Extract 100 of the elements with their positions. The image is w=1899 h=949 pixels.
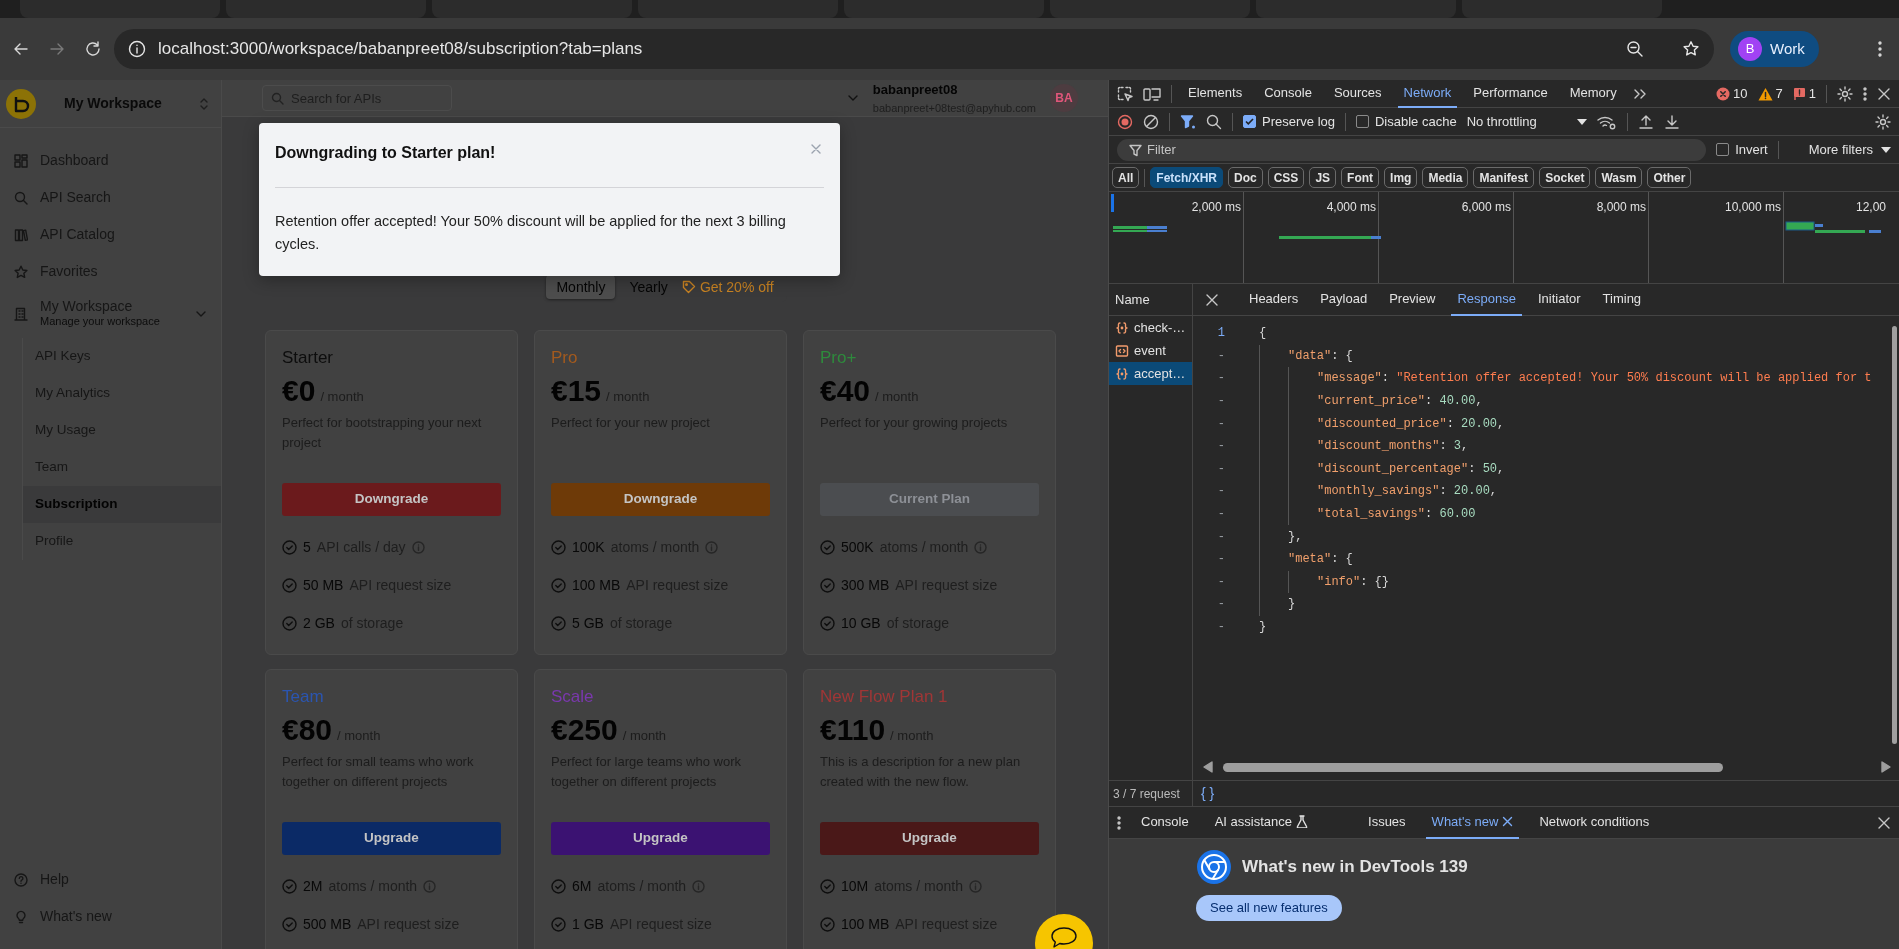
plan-button[interactable]: Downgrade (551, 483, 770, 516)
type-filter-chip[interactable]: Img (1384, 167, 1418, 188)
star-icon (14, 264, 28, 279)
type-filter-chip[interactable]: Fetch/XHR (1150, 167, 1224, 188)
clear-button[interactable] (1143, 113, 1159, 130)
time-tick-label: 12,00 (1856, 199, 1887, 216)
type-filter-chip[interactable]: JS (1309, 167, 1337, 188)
panel-tab[interactable]: Console (1258, 80, 1318, 108)
modal-title: Downgrading to Starter plan! (275, 143, 496, 163)
preserve-log-checkbox[interactable]: Preserve log (1243, 111, 1335, 132)
pretty-print-button[interactable]: { } (1199, 783, 1217, 804)
detail-tab[interactable]: Response (1451, 284, 1522, 316)
feature-value: 6M (572, 877, 592, 896)
plan-button[interactable]: Upgrade (551, 822, 770, 855)
device-toolbar-button[interactable] (1143, 85, 1161, 102)
feature-value: 100 MB (572, 576, 621, 595)
time-tick-label: 10,000 ms (1724, 199, 1781, 216)
import-button[interactable] (1637, 113, 1654, 130)
network-settings-button[interactable] (1875, 113, 1891, 130)
disable-cache-checkbox[interactable]: Disable cache (1356, 111, 1457, 132)
type-filter-chip[interactable]: Doc (1228, 167, 1263, 188)
panel-tab[interactable]: Elements (1182, 80, 1249, 108)
line-number: - (1216, 347, 1226, 365)
checkbox[interactable] (1356, 115, 1369, 128)
detail-tab[interactable]: Payload (1314, 284, 1374, 316)
type-filter-chip[interactable]: Other (1647, 167, 1692, 188)
braces-file-icon (1115, 366, 1129, 381)
code-line: "total_savings": 60.00 (1317, 506, 1476, 524)
document-icon (1115, 343, 1129, 358)
drawer-tab[interactable]: AI assistance (1208, 806, 1315, 839)
feature-value: 10M (841, 877, 869, 896)
type-filter-chip[interactable]: All (1112, 167, 1140, 188)
scroll-left-icon[interactable] (1203, 761, 1213, 773)
request-row[interactable]: check-… (1109, 316, 1192, 339)
code-line: }, (1288, 528, 1303, 546)
vertical-scrollbar[interactable] (1892, 326, 1897, 744)
drawer-tab[interactable]: Network conditions (1533, 806, 1656, 839)
close-button[interactable] (1877, 815, 1891, 830)
close-button[interactable] (1205, 292, 1219, 307)
feature-value: 100K (572, 538, 605, 557)
code-line: "message": "Retention offer accepted! Your 50% discount will be applied for t (1317, 370, 1872, 388)
plan-button[interactable]: Upgrade (820, 822, 1039, 855)
error-count[interactable]: 10 (1733, 83, 1748, 104)
checkbox[interactable] (1243, 115, 1256, 128)
drawer-tab[interactable]: Console (1135, 806, 1195, 839)
column-header[interactable]: Name (1109, 284, 1192, 316)
panel-tab[interactable]: Sources (1327, 80, 1388, 108)
export-button[interactable] (1663, 113, 1680, 130)
address-bar[interactable]: localhost:3000/workspace/babanpreet08/subscription?tab=plans (114, 29, 1714, 69)
more-filters-dropdown[interactable]: More filters (1788, 139, 1891, 160)
more-options-button[interactable] (1863, 85, 1867, 102)
type-filter-chip[interactable]: Wasm (1595, 167, 1643, 188)
scroll-right-icon[interactable] (1881, 761, 1891, 773)
grid-icon (14, 153, 28, 168)
throttling-dropdown[interactable]: No throttling (1466, 111, 1587, 132)
more-tabs-button[interactable] (1632, 87, 1647, 100)
panel-tab[interactable]: Network (1397, 80, 1458, 108)
plan-name: Scale (551, 686, 595, 708)
request-row[interactable]: accept… (1109, 362, 1192, 385)
panel-tab[interactable]: Performance (1467, 80, 1554, 108)
check-circle-icon (820, 878, 835, 894)
request-row[interactable]: event (1109, 339, 1192, 362)
plan-button[interactable]: Upgrade (282, 822, 501, 855)
speech-bubble-icon (1049, 926, 1079, 949)
line-number: - (1216, 438, 1226, 456)
detail-tab[interactable]: Headers (1243, 284, 1305, 316)
record-button[interactable] (1117, 113, 1133, 130)
invert-checkbox[interactable]: Invert (1716, 139, 1768, 160)
panel-tab[interactable]: Memory (1563, 80, 1623, 108)
drawer-menu-button[interactable] (1117, 815, 1121, 830)
detail-tab[interactable]: Preview (1383, 284, 1442, 316)
profile-button[interactable]: B Work (1730, 31, 1819, 67)
issue-count[interactable]: 1 (1808, 83, 1816, 104)
funnel-icon (1129, 143, 1142, 157)
filter-field[interactable]: Filter (1117, 138, 1707, 161)
drawer-tab[interactable]: Issues (1362, 806, 1412, 839)
check-circle-icon (282, 539, 297, 555)
filter-toggle-button[interactable] (1180, 113, 1196, 130)
zoom-out-icon (1626, 40, 1644, 58)
see-features-button[interactable]: See all new features (1196, 895, 1342, 921)
search-button[interactable] (1206, 113, 1222, 130)
horizontal-scrollbar[interactable] (1223, 762, 1723, 772)
detail-tab[interactable]: Initiator (1531, 284, 1587, 316)
settings-button[interactable] (1837, 85, 1853, 102)
close-button[interactable] (1877, 86, 1891, 101)
profile-label: Work (1770, 38, 1805, 59)
type-filter-chip[interactable]: Media (1422, 167, 1469, 188)
bookmark-star-icon (1682, 40, 1700, 58)
checkbox[interactable] (1716, 143, 1730, 156)
plan-price: €40 (820, 373, 871, 409)
warning-count[interactable]: 7 (1775, 83, 1783, 104)
inspect-button[interactable] (1117, 85, 1133, 102)
line-number: - (1216, 506, 1226, 524)
type-filter-chip[interactable]: Font (1341, 167, 1380, 188)
detail-tab[interactable]: Timing (1596, 284, 1648, 316)
plan-name: Pro+ (820, 347, 858, 369)
type-filter-chip[interactable]: Manifest (1473, 167, 1535, 188)
type-filter-chip[interactable]: CSS (1267, 167, 1305, 188)
type-filter-chip[interactable]: Socket (1539, 167, 1591, 188)
plan-button[interactable]: Downgrade (282, 483, 501, 516)
